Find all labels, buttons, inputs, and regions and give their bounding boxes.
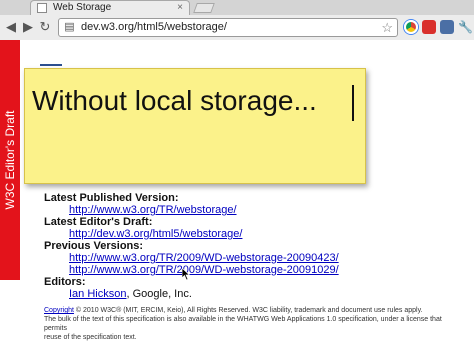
- editors-label: Editors:: [44, 276, 86, 288]
- forward-button[interactable]: ▶: [20, 19, 36, 35]
- copyright-link[interactable]: Copyright: [44, 307, 74, 314]
- copyright-orgs: ® (MIT, ERCIM, Keio), All Rights Reserve…: [116, 307, 423, 314]
- w3c-logo[interactable]: [40, 64, 62, 66]
- address-bar[interactable]: ▤ dev.w3.org/html5/webstorage/ ☆: [58, 18, 398, 37]
- back-button[interactable]: ◀: [3, 19, 19, 35]
- new-tab-button[interactable]: [193, 3, 215, 13]
- sticky-note[interactable]: Without local storage...: [24, 68, 366, 184]
- copyright-year: © 2010 W3C: [73, 307, 117, 314]
- url-text[interactable]: dev.w3.org/html5/webstorage/: [81, 21, 227, 33]
- copyright-line-3: reuse of the specification text.: [44, 334, 137, 341]
- editor-entry: Ian Hickson, Google, Inc.: [69, 288, 464, 300]
- ribbon-label: W3C Editor's Draft: [3, 110, 17, 210]
- previous-version-link[interactable]: http://www.w3.org/TR/2009/WD-webstorage-…: [69, 264, 464, 276]
- previous-version-link[interactable]: http://www.w3.org/TR/2009/WD-webstorage-…: [69, 252, 464, 264]
- tab-web-storage[interactable]: Web Storage ×: [30, 0, 190, 15]
- reload-button[interactable]: ↻: [37, 19, 53, 35]
- tab-strip: Web Storage ×: [0, 0, 474, 15]
- stop-icon[interactable]: [422, 20, 436, 34]
- wrench-icon[interactable]: 🔧: [458, 20, 473, 34]
- tab-title: Web Storage: [53, 2, 112, 13]
- latest-editors-label: Latest Editor's Draft:: [44, 216, 153, 228]
- star-icon[interactable]: ☆: [381, 20, 393, 36]
- close-icon[interactable]: ×: [177, 2, 183, 13]
- copyright-notice: Copyright © 2010 W3C® (MIT, ERCIM, Keio)…: [44, 306, 464, 342]
- page-icon: [37, 3, 47, 13]
- chrome-icon[interactable]: [404, 20, 418, 34]
- text-caret: [352, 85, 354, 121]
- sticky-note-text: Without local storage...: [32, 85, 317, 116]
- toolbar: ◀ ▶ ↻ ▤ dev.w3.org/html5/webstorage/ ☆ 🔧: [0, 15, 474, 40]
- camera-icon[interactable]: [440, 20, 454, 34]
- copyright-line-1: Copyright © 2010 W3C® (MIT, ERCIM, Keio)…: [44, 306, 464, 315]
- mouse-cursor-icon: [182, 268, 190, 280]
- latest-editors-link[interactable]: http://dev.w3.org/html5/webstorage/: [69, 228, 464, 240]
- latest-published-label: Latest Published Version:: [44, 192, 179, 204]
- browser-chrome: Web Storage × ◀ ▶ ↻ ▤ dev.w3.org/html5/w…: [0, 0, 474, 40]
- page-icon: ▤: [64, 21, 75, 33]
- editor-affiliation: , Google, Inc.: [126, 288, 192, 300]
- w3c-ribbon[interactable]: W3C Editor's Draft: [0, 40, 20, 280]
- copyright-line-2: The bulk of the text of this specificati…: [44, 316, 442, 332]
- editor-link[interactable]: Ian Hickson: [69, 288, 126, 300]
- latest-published-link[interactable]: http://www.w3.org/TR/webstorage/: [69, 204, 464, 216]
- previous-versions-label: Previous Versions:: [44, 240, 144, 252]
- spec-metadata: Latest Published Version: http://www.w3.…: [44, 192, 464, 300]
